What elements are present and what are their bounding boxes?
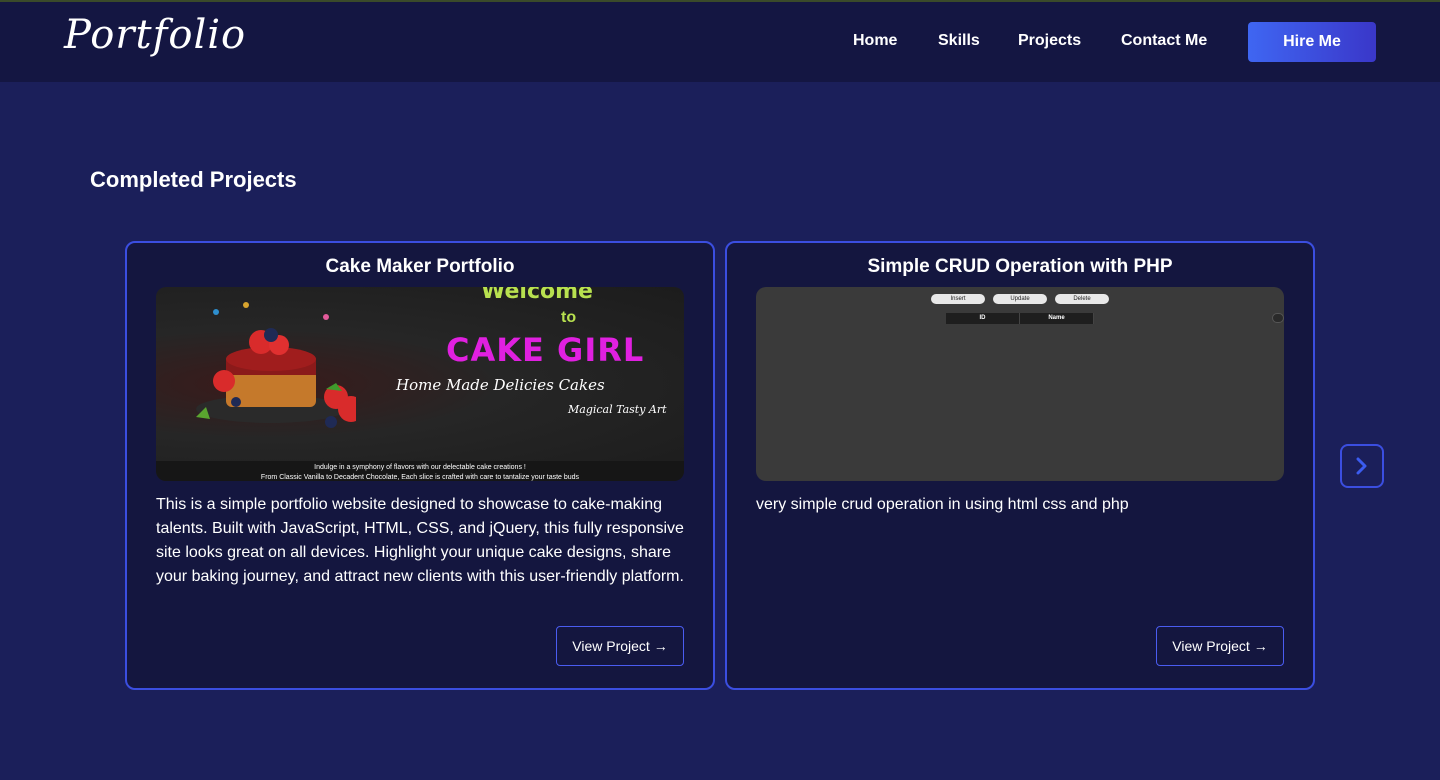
nav-projects[interactable]: Projects (1018, 32, 1081, 50)
project-title: Cake Maker Portfolio (325, 256, 515, 277)
site-header: Portfolio Home Skills Projects Contact M… (0, 2, 1440, 82)
cake-subtagline: Magical Tasty Art (568, 403, 667, 416)
view-project-button[interactable]: View Project → (556, 626, 684, 666)
crud-delete-button: Delete (1055, 294, 1109, 304)
cake-to-text: to (561, 309, 577, 326)
nav-skills[interactable]: Skills (938, 32, 980, 50)
cake-footer-line: Indulge in a symphony of flavors with ou… (314, 464, 526, 471)
project-description: This is a simple portfolio website desig… (156, 496, 684, 585)
cake-brand-text: CAKE GIRL (446, 331, 645, 369)
crud-column-name: Name (1020, 313, 1094, 324)
crud-update-button: Update (993, 294, 1047, 304)
nav-contact-me[interactable]: Contact Me (1121, 32, 1207, 50)
project-description: very simple crud operation in using html… (756, 496, 1129, 513)
site-logo[interactable]: Portfolio (64, 12, 246, 58)
nav-home[interactable]: Home (853, 32, 897, 50)
crud-column-id: ID (946, 313, 1020, 324)
project-thumbnail-cake: Welcome to CAKE GIRL Home Made Delicies … (156, 287, 684, 481)
carousel-next-button[interactable] (1340, 444, 1384, 488)
cake-illustration (196, 302, 356, 428)
cake-welcome-text: Welcome (481, 287, 593, 304)
project-card-crud: Simple CRUD Operation with PHP Insert Up… (725, 241, 1315, 690)
crud-insert-button: Insert (931, 294, 985, 304)
cake-footer-line: From Classic Vanilla to Decadent Chocola… (260, 474, 580, 481)
view-project-button[interactable]: View Project → (1156, 626, 1284, 666)
project-thumbnail-crud: Insert Update Delete ID Name (756, 287, 1284, 481)
cake-tagline: Home Made Delicies Cakes (396, 376, 605, 394)
section-title: Completed Projects (90, 167, 297, 192)
project-title: Simple CRUD Operation with PHP (867, 256, 1173, 277)
project-card-cake: Cake Maker Portfolio Welcome to CAKE GIR… (125, 241, 715, 690)
crud-table-header: ID Name (946, 313, 1094, 324)
crud-corner-widget (1272, 313, 1284, 323)
chevron-right-icon (1356, 457, 1367, 475)
hire-me-button[interactable]: Hire Me (1248, 22, 1376, 62)
cake-footer: Indulge in a symphony of flavors with ou… (156, 461, 684, 481)
